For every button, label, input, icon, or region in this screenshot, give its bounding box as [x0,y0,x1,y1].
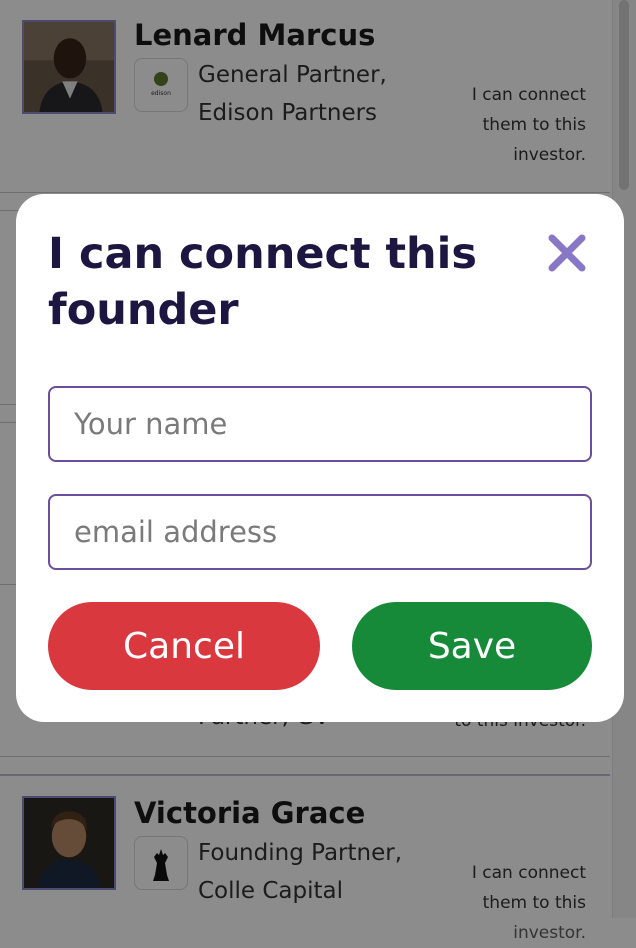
dialog-title: I can connect this founder [48,229,477,335]
email-input[interactable] [50,496,590,568]
cancel-button[interactable]: Cancel [48,602,320,690]
name-input[interactable] [50,388,590,460]
connect-founder-dialog: I can connect this founder Cancel Save [16,194,624,722]
save-button[interactable]: Save [352,602,592,690]
close-icon[interactable] [544,230,590,276]
email-field [48,494,592,570]
name-field [48,386,592,462]
